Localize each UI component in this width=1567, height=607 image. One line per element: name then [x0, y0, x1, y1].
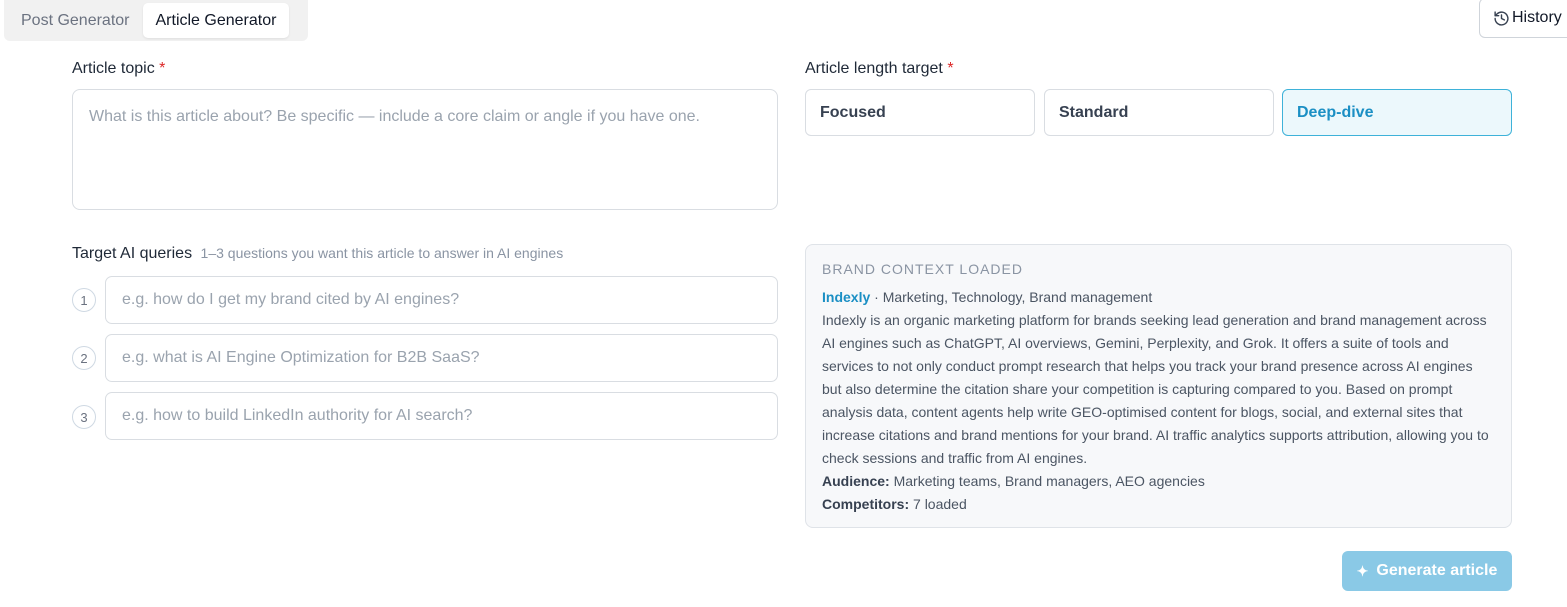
competitors-value: 7 loaded	[909, 496, 967, 512]
history-button[interactable]: History	[1479, 0, 1567, 38]
brand-industries: · Marketing, Technology, Brand managemen…	[870, 289, 1153, 305]
queries-label: Target AI queries 1–3 questions you want…	[72, 245, 563, 263]
competitors-key: Competitors:	[822, 496, 910, 512]
query-number-badge: 3	[72, 405, 96, 429]
query-input-1[interactable]	[105, 276, 778, 324]
history-label: History	[1512, 9, 1562, 26]
query-input-3[interactable]	[105, 392, 778, 440]
query-number-badge: 2	[72, 346, 96, 370]
brand-audience: Audience: Marketing teams, Brand manager…	[822, 470, 1495, 493]
brand-description: Indexly is an organic marketing platform…	[822, 312, 1489, 466]
length-option-standard[interactable]: Standard	[1044, 89, 1274, 136]
required-marker: *	[947, 60, 954, 77]
generate-article-button[interactable]: ✦ Generate article	[1342, 551, 1512, 591]
length-label: Article length target *	[805, 60, 954, 78]
length-option-deep-dive[interactable]: Deep-dive	[1282, 89, 1512, 136]
query-number-badge: 1	[72, 288, 96, 312]
length-option-focused[interactable]: Focused	[805, 89, 1035, 136]
brand-context-card: BRAND CONTEXT LOADED Indexly · Marketing…	[805, 244, 1512, 528]
audience-key: Audience:	[822, 473, 890, 489]
required-marker: *	[159, 60, 166, 77]
brand-competitors: Competitors: 7 loaded	[822, 493, 1495, 516]
generator-tabs: Post Generator Article Generator	[4, 0, 308, 41]
topic-label: Article topic *	[72, 60, 165, 78]
article-topic-input[interactable]	[72, 89, 778, 210]
brand-context-title: BRAND CONTEXT LOADED	[822, 261, 1023, 277]
audience-value: Marketing teams, Brand managers, AEO age…	[889, 473, 1205, 489]
topic-label-text: Article topic	[72, 60, 155, 77]
brand-name: Indexly	[822, 289, 871, 305]
generate-article-label: Generate article	[1376, 562, 1498, 579]
brand-header-line: Indexly · Marketing, Technology, Brand m…	[822, 286, 1495, 309]
queries-hint: 1–3 questions you want this article to a…	[200, 245, 564, 261]
length-label-text: Article length target	[805, 60, 943, 77]
query-input-2[interactable]	[105, 334, 778, 382]
sparkle-icon: ✦	[1356, 562, 1369, 579]
history-icon	[1494, 10, 1509, 26]
queries-label-text: Target AI queries	[72, 245, 193, 262]
tab-post-generator[interactable]: Post Generator	[8, 3, 143, 38]
tab-article-generator[interactable]: Article Generator	[142, 3, 290, 38]
